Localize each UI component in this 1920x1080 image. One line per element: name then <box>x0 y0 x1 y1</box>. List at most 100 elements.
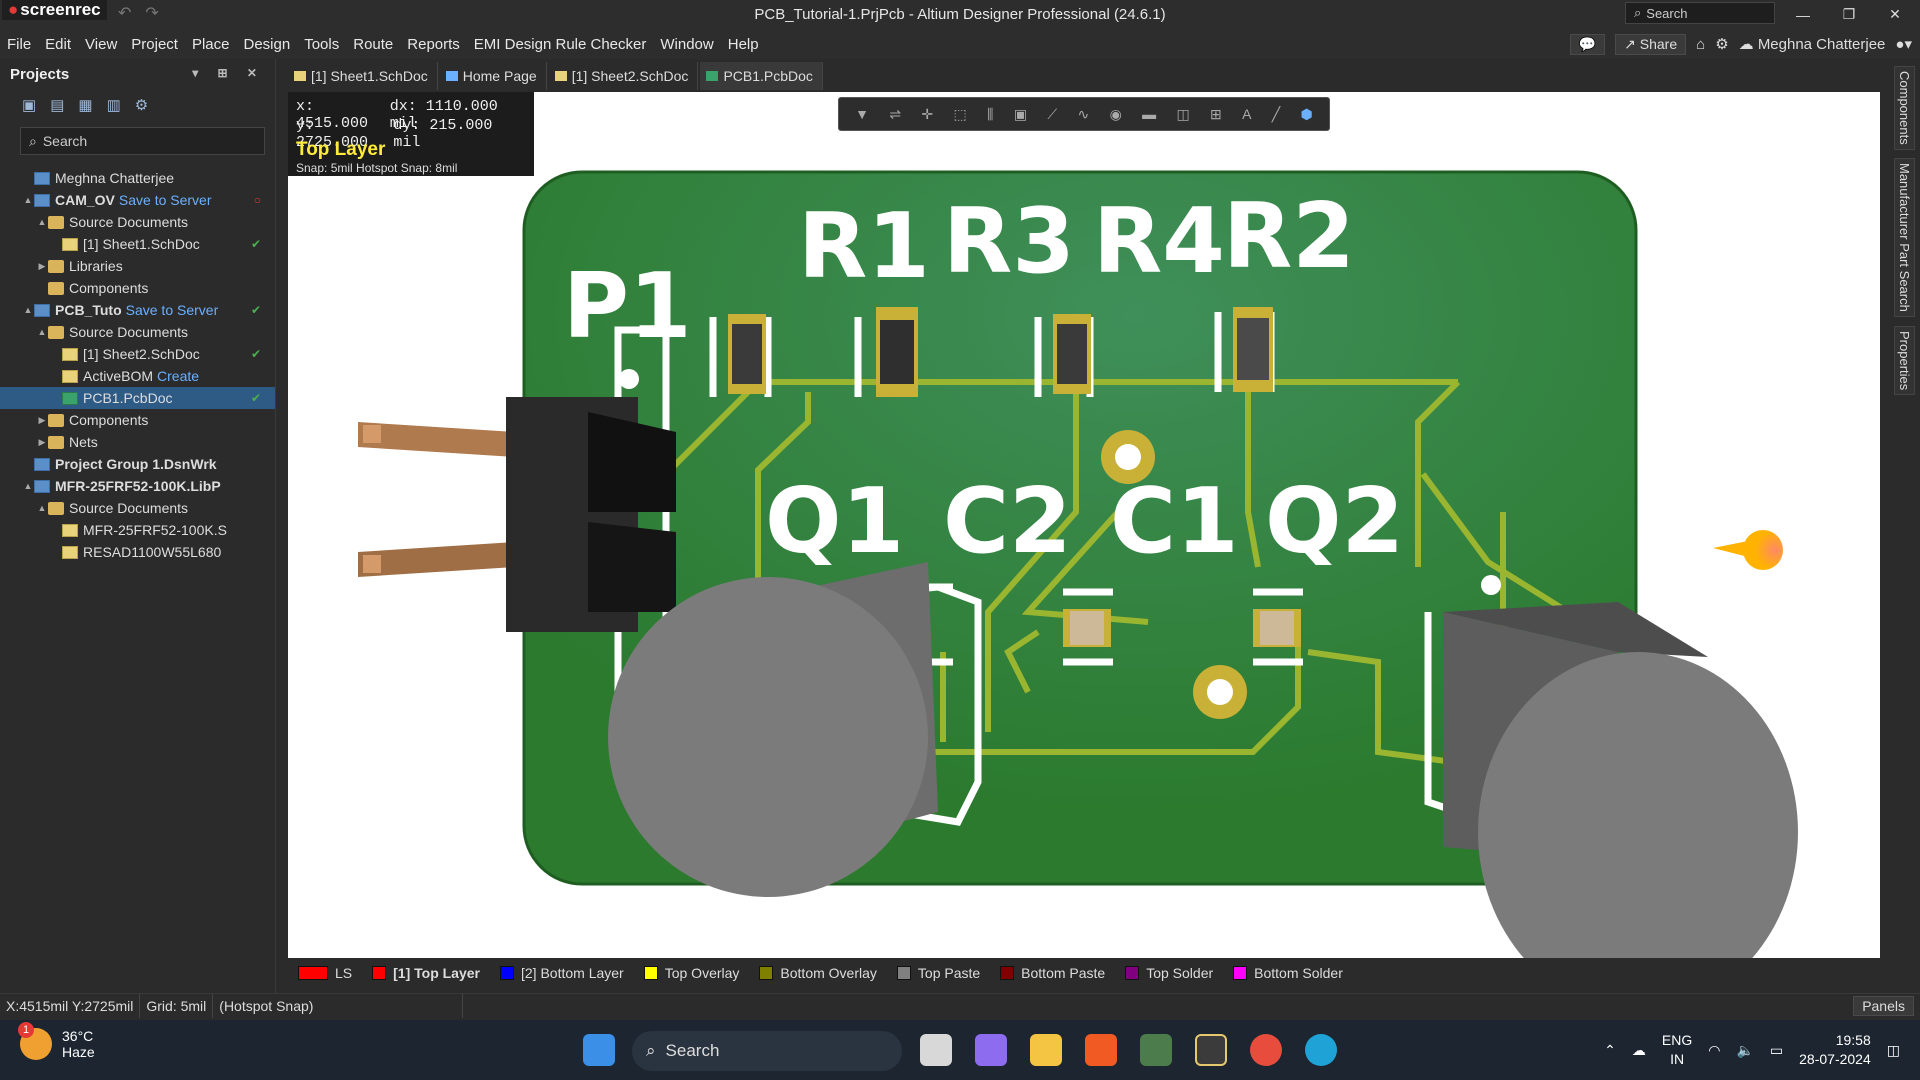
layer-tab[interactable]: LS <box>288 960 362 986</box>
weather-widget[interactable]: 1 36°C Haze <box>18 1022 95 1060</box>
collapse-arrow-icon[interactable]: ▲ <box>22 305 34 315</box>
file-explorer-icon[interactable] <box>1030 1034 1062 1066</box>
menu-design[interactable]: Design <box>237 36 298 53</box>
panel-controls[interactable]: ▾ ⊞ ✕ <box>192 66 265 80</box>
panels-button[interactable]: Panels <box>1853 996 1914 1016</box>
line-icon[interactable]: ╱ <box>1272 106 1280 123</box>
tree-item[interactable]: Meghna Chatterjee <box>0 167 275 189</box>
task-view-icon[interactable] <box>920 1034 952 1066</box>
tree-item-link[interactable]: Create <box>157 368 199 384</box>
cross-icon[interactable]: ✛ <box>921 106 933 123</box>
text-icon[interactable]: A <box>1242 106 1251 122</box>
menu-view[interactable]: View <box>78 36 124 53</box>
user-menu-icon[interactable]: ●▾ <box>1895 35 1912 53</box>
collapse-arrow-icon[interactable]: ▲ <box>36 217 48 227</box>
title-search-box[interactable]: ⌕ Search <box>1625 2 1775 24</box>
tree-item[interactable]: ▲ Source Documents <box>0 497 275 519</box>
settings-icon[interactable]: ⚙ <box>135 96 148 114</box>
filter-icon[interactable]: ▼ <box>855 106 869 122</box>
brave-browser-icon[interactable] <box>1085 1034 1117 1066</box>
component-icon[interactable]: ▣ <box>1014 106 1027 123</box>
tree-item[interactable]: Components <box>0 277 275 299</box>
menu-help[interactable]: Help <box>721 36 766 53</box>
expand-arrow-icon[interactable]: ▶ <box>36 437 48 448</box>
open-folder-icon[interactable]: ▦ <box>78 96 92 114</box>
onedrive-icon[interactable]: ☁ <box>1632 1042 1646 1059</box>
tree-item[interactable]: ▲ Source Documents <box>0 211 275 233</box>
tab--1-sheet2-schdoc[interactable]: [1] Sheet2.SchDoc <box>548 62 699 90</box>
battery-icon[interactable]: ▭ <box>1770 1042 1783 1059</box>
collapse-arrow-icon[interactable]: ▲ <box>22 195 34 205</box>
save-icon[interactable]: ▣ <box>22 96 36 114</box>
tree-item[interactable]: [1] Sheet1.SchDoc ✔ <box>0 233 275 255</box>
region-icon[interactable]: ◫ <box>1176 106 1189 123</box>
pcb-3d-view[interactable]: P1 R1 R3 R4 R2 Q1 C2 C1 Q2 <box>288 92 1880 958</box>
layer-tab[interactable]: Bottom Overlay <box>749 960 886 986</box>
menu-place[interactable]: Place <box>185 36 237 53</box>
tree-item[interactable]: MFR-25FRF52-100K.S <box>0 519 275 541</box>
layer-tab[interactable]: Top Solder <box>1115 960 1223 986</box>
layer-tab[interactable]: Bottom Paste <box>990 960 1115 986</box>
taskbar-search[interactable]: ⌕ Search <box>632 1031 902 1071</box>
tab-properties[interactable]: Properties <box>1894 326 1915 396</box>
tab-home-page[interactable]: Home Page <box>439 62 547 90</box>
align-icon[interactable]: ⫼ <box>987 106 993 123</box>
via-icon[interactable]: ◉ <box>1110 106 1122 123</box>
menu-route[interactable]: Route <box>346 36 400 53</box>
tab-manufacturer-part-search[interactable]: Manufacturer Part Search <box>1894 158 1915 317</box>
polygon-icon[interactable]: ▬ <box>1142 106 1156 122</box>
home-icon[interactable]: ⌂ <box>1696 36 1705 53</box>
restore-button[interactable]: ❐ <box>1826 0 1872 29</box>
menu-reports[interactable]: Reports <box>400 36 467 53</box>
pcb-canvas[interactable]: P1 R1 R3 R4 R2 Q1 C2 C1 Q2 <box>288 92 1880 958</box>
interactive-route-icon[interactable]: ⟋ <box>1047 106 1057 123</box>
language-indicator[interactable]: ENG IN <box>1662 1031 1692 1069</box>
project-folder-icon[interactable]: ▥ <box>107 96 121 114</box>
notification-icon[interactable]: ◫ <box>1887 1042 1900 1059</box>
menu-window[interactable]: Window <box>653 36 720 53</box>
tree-item[interactable]: ▲ CAM_OV Save to Server ○ <box>0 189 275 211</box>
clock[interactable]: 19:58 28-07-2024 <box>1799 1031 1871 1069</box>
menu-edit[interactable]: Edit <box>38 36 78 53</box>
menu-file[interactable]: File <box>0 36 38 53</box>
select-icon[interactable]: ⬚ <box>953 106 966 123</box>
tree-item[interactable]: RESAD1100W55L680 <box>0 541 275 563</box>
tree-item-link[interactable]: Save to Server <box>126 302 219 318</box>
menu-project[interactable]: Project <box>124 36 185 53</box>
save-all-icon[interactable]: ▤ <box>50 96 64 114</box>
user-account[interactable]: ☁ Meghna Chatterjee <box>1739 35 1886 53</box>
panel-search-input[interactable]: ⌕ Search <box>20 127 265 155</box>
volume-icon[interactable]: 🔈 <box>1736 1042 1753 1059</box>
windows-start-icon[interactable] <box>583 1034 615 1066</box>
edge-icon[interactable] <box>1305 1034 1337 1066</box>
layer-tab[interactable]: [2] Bottom Layer <box>490 960 634 986</box>
menu-tools[interactable]: Tools <box>297 36 346 53</box>
wifi-icon[interactable]: ◠ <box>1708 1042 1720 1059</box>
layer-tab[interactable]: Bottom Solder <box>1223 960 1353 986</box>
tab-pcb1-pcbdoc[interactable]: PCB1.PcbDoc <box>700 62 823 90</box>
tab--1-sheet1-schdoc[interactable]: [1] Sheet1.SchDoc <box>288 62 438 90</box>
route-icon[interactable]: ⇌ <box>889 106 901 123</box>
tree-item[interactable]: ▲ Source Documents <box>0 321 275 343</box>
tree-item[interactable]: ActiveBOM Create <box>0 365 275 387</box>
chevron-up-icon[interactable]: ⌃ <box>1604 1042 1616 1059</box>
tree-item[interactable]: ▶ Components <box>0 409 275 431</box>
tab-components[interactable]: Components <box>1894 66 1915 150</box>
tree-item[interactable]: ▲ MFR-25FRF52-100K.LibP <box>0 475 275 497</box>
close-button[interactable]: ✕ <box>1872 0 1918 29</box>
layer-tab[interactable]: Top Paste <box>887 960 990 986</box>
tree-item[interactable]: ▲ PCB_Tuto Save to Server ✔ <box>0 299 275 321</box>
photos-app-icon[interactable] <box>1140 1034 1172 1066</box>
expand-arrow-icon[interactable]: ▶ <box>36 415 48 426</box>
altium-icon[interactable] <box>1195 1034 1227 1066</box>
tree-item[interactable]: PCB1.PcbDoc ✔ <box>0 387 275 409</box>
tree-item-link[interactable]: Save to Server <box>119 192 212 208</box>
tree-item[interactable]: ▶ Libraries <box>0 255 275 277</box>
copilot-icon[interactable] <box>975 1034 1007 1066</box>
3d-body-icon[interactable]: ⬢ <box>1301 106 1313 123</box>
expand-arrow-icon[interactable]: ▶ <box>36 261 48 272</box>
tree-item[interactable]: Project Group 1.DsnWrk <box>0 453 275 475</box>
tree-item[interactable]: [1] Sheet2.SchDoc ✔ <box>0 343 275 365</box>
dimension-icon[interactable]: ⊞ <box>1210 106 1222 123</box>
collapse-arrow-icon[interactable]: ▲ <box>22 481 34 491</box>
